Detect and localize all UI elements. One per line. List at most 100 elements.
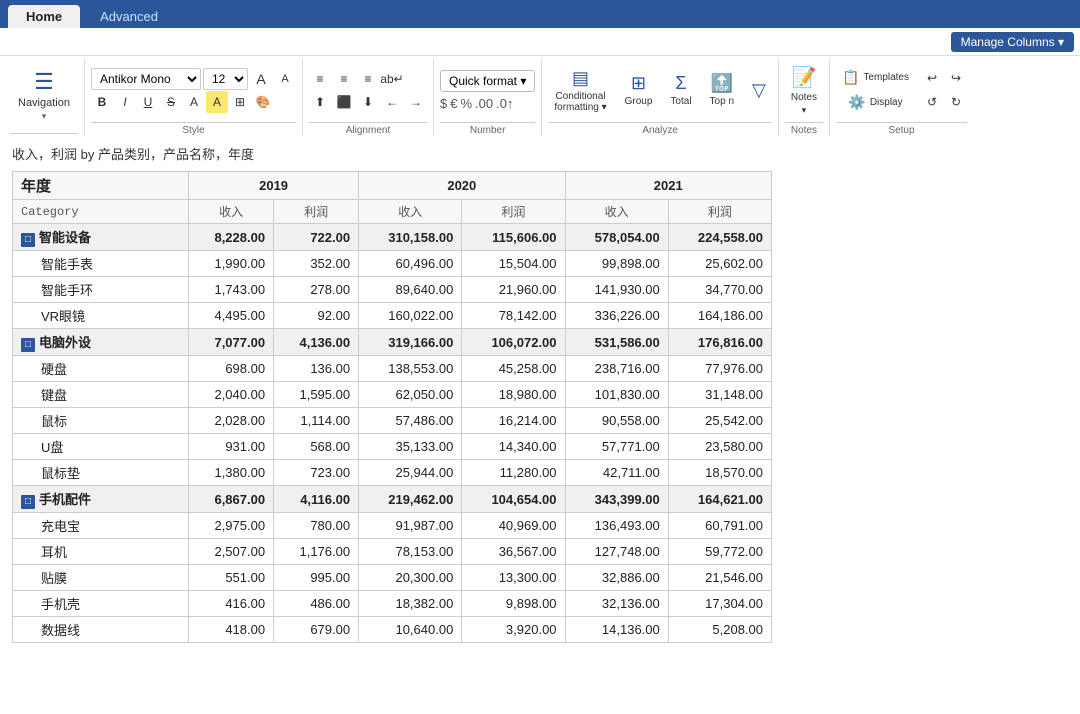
cell-value: 278.00 <box>274 277 359 303</box>
collapse-icon[interactable]: □ <box>21 495 35 509</box>
align-right-button[interactable]: ≡ <box>357 68 379 90</box>
group-label: Group <box>625 96 653 107</box>
style-section-label: Style <box>91 122 296 136</box>
cell-value: 60,791.00 <box>668 513 771 539</box>
font-color-button[interactable]: A <box>183 91 205 113</box>
align-bottom-button[interactable]: ⬇ <box>357 91 379 113</box>
table-row: 手机壳416.00486.0018,382.009,898.0032,136.0… <box>13 591 772 617</box>
dollar-symbol: $ <box>440 96 447 111</box>
cell-value: 160,022.00 <box>359 303 462 329</box>
table-row: U盘931.00568.0035,133.0014,340.0057,771.0… <box>13 434 772 460</box>
align-left-button[interactable]: ≡ <box>309 68 331 90</box>
cell-value: 40,969.00 <box>462 513 565 539</box>
display-button[interactable]: ⚙️ Display <box>836 91 915 114</box>
analyze-section-label: Analyze <box>548 122 772 136</box>
top-n-button[interactable]: 🔝 Top n <box>704 70 740 110</box>
cell-value: 101,830.00 <box>565 382 668 408</box>
decimal-decrease[interactable]: .0↑ <box>496 96 513 111</box>
notes-label: Notes <box>791 92 817 103</box>
bold-button[interactable]: B <box>91 91 113 113</box>
collapse-icon[interactable]: □ <box>21 233 35 247</box>
cell-value: 11,280.00 <box>462 460 565 486</box>
tab-home[interactable]: Home <box>8 5 80 28</box>
cell-value: 1,990.00 <box>189 251 274 277</box>
group-value: 4,136.00 <box>274 329 359 356</box>
ribbon-group-alignment: ≡ ≡ ≡ ab↵ ⬆ ⬛ ⬇ ← → Alignment <box>303 58 434 136</box>
row-name: U盘 <box>13 434 189 460</box>
font-select[interactable]: Antikor Mono <box>91 68 201 90</box>
ribbon-group-analyze: ▤ Conditionalformatting ▾ ⊞ Group Σ Tota… <box>542 58 779 136</box>
filter-button[interactable]: ▽ <box>746 77 772 104</box>
quick-format-button[interactable]: Quick format ▾ <box>440 70 535 92</box>
font-size-decrease-button[interactable]: A <box>274 68 296 90</box>
cell-value: 679.00 <box>274 617 359 643</box>
cell-value: 23,580.00 <box>668 434 771 460</box>
cell-value: 31,148.00 <box>668 382 771 408</box>
strikethrough-button[interactable]: S <box>160 91 182 113</box>
refresh-button[interactable]: ↺ <box>921 91 943 113</box>
group-button[interactable]: ⊞ Group <box>619 70 659 110</box>
cell-value: 78,153.00 <box>359 539 462 565</box>
cell-value: 36,567.00 <box>462 539 565 565</box>
align-top-button[interactable]: ⬆ <box>309 91 331 113</box>
indent-increase-button[interactable]: → <box>405 91 427 113</box>
repeat-button[interactable]: ↻ <box>945 91 967 113</box>
cell-value: 127,748.00 <box>565 539 668 565</box>
group-value: 164,621.00 <box>668 486 771 513</box>
cell-value: 1,114.00 <box>274 408 359 434</box>
cell-value: 60,496.00 <box>359 251 462 277</box>
indent-decrease-button[interactable]: ← <box>381 91 403 113</box>
templates-label: Templates <box>863 72 909 83</box>
background-color-button[interactable]: 🎨 <box>252 91 274 113</box>
highlight-button[interactable]: A <box>206 91 228 113</box>
ribbon-top: Manage Columns ▾ <box>0 28 1080 56</box>
align-center-button[interactable]: ≡ <box>333 68 355 90</box>
cell-value: 45,258.00 <box>462 356 565 382</box>
align-middle-button[interactable]: ⬛ <box>333 91 355 113</box>
navigation-label: Navigation <box>18 97 70 109</box>
filter-icon: ▽ <box>752 80 766 101</box>
group-value: 310,158.00 <box>359 224 462 251</box>
display-icon: ⚙️ <box>848 94 865 111</box>
col-2020-income: 收入 <box>359 200 462 224</box>
row-name: 贴膜 <box>13 565 189 591</box>
cell-value: 10,640.00 <box>359 617 462 643</box>
borders-button[interactable]: ⊞ <box>229 91 251 113</box>
redo-button[interactable]: ↪ <box>945 67 967 89</box>
cell-value: 99,898.00 <box>565 251 668 277</box>
year-label-header: 年度 <box>13 172 189 200</box>
conditional-formatting-button[interactable]: ▤ Conditionalformatting ▾ <box>548 65 612 116</box>
font-size-increase-button[interactable]: A <box>250 68 272 90</box>
cell-value: 32,136.00 <box>565 591 668 617</box>
row-name: 鼠标垫 <box>13 460 189 486</box>
total-button[interactable]: Σ Total <box>664 70 697 110</box>
tab-advanced[interactable]: Advanced <box>82 5 176 28</box>
group-value: 224,558.00 <box>668 224 771 251</box>
navigation-chevron: ▾ <box>42 111 47 122</box>
cell-value: 20,300.00 <box>359 565 462 591</box>
undo-button[interactable]: ↩ <box>921 67 943 89</box>
cell-value: 62,050.00 <box>359 382 462 408</box>
underline-button[interactable]: U <box>137 91 159 113</box>
collapse-icon[interactable]: □ <box>21 338 35 352</box>
col-2021-income: 收入 <box>565 200 668 224</box>
cell-value: 57,486.00 <box>359 408 462 434</box>
cell-value: 3,920.00 <box>462 617 565 643</box>
decimal-increase[interactable]: .00 <box>475 96 493 111</box>
group-value: 219,462.00 <box>359 486 462 513</box>
cell-value: 91,987.00 <box>359 513 462 539</box>
templates-button[interactable]: 📋 Templates <box>836 66 915 89</box>
number-symbols: $ € % .00 .0↑ <box>440 96 535 111</box>
font-size-select[interactable]: 12 <box>203 68 248 90</box>
row-name: 智能手表 <box>13 251 189 277</box>
cell-value: 568.00 <box>274 434 359 460</box>
italic-button[interactable]: I <box>114 91 136 113</box>
notes-button[interactable]: 📝 Notes ▾ <box>785 62 823 119</box>
wrap-text-button[interactable]: ab↵ <box>381 68 403 90</box>
group-name: □智能设备 <box>13 224 189 251</box>
cell-value: 1,176.00 <box>274 539 359 565</box>
manage-columns-button[interactable]: Manage Columns ▾ <box>951 32 1074 52</box>
navigation-button[interactable]: ☰ Navigation ▾ <box>10 65 78 126</box>
total-icon: Σ <box>675 73 686 94</box>
group-value: 104,654.00 <box>462 486 565 513</box>
